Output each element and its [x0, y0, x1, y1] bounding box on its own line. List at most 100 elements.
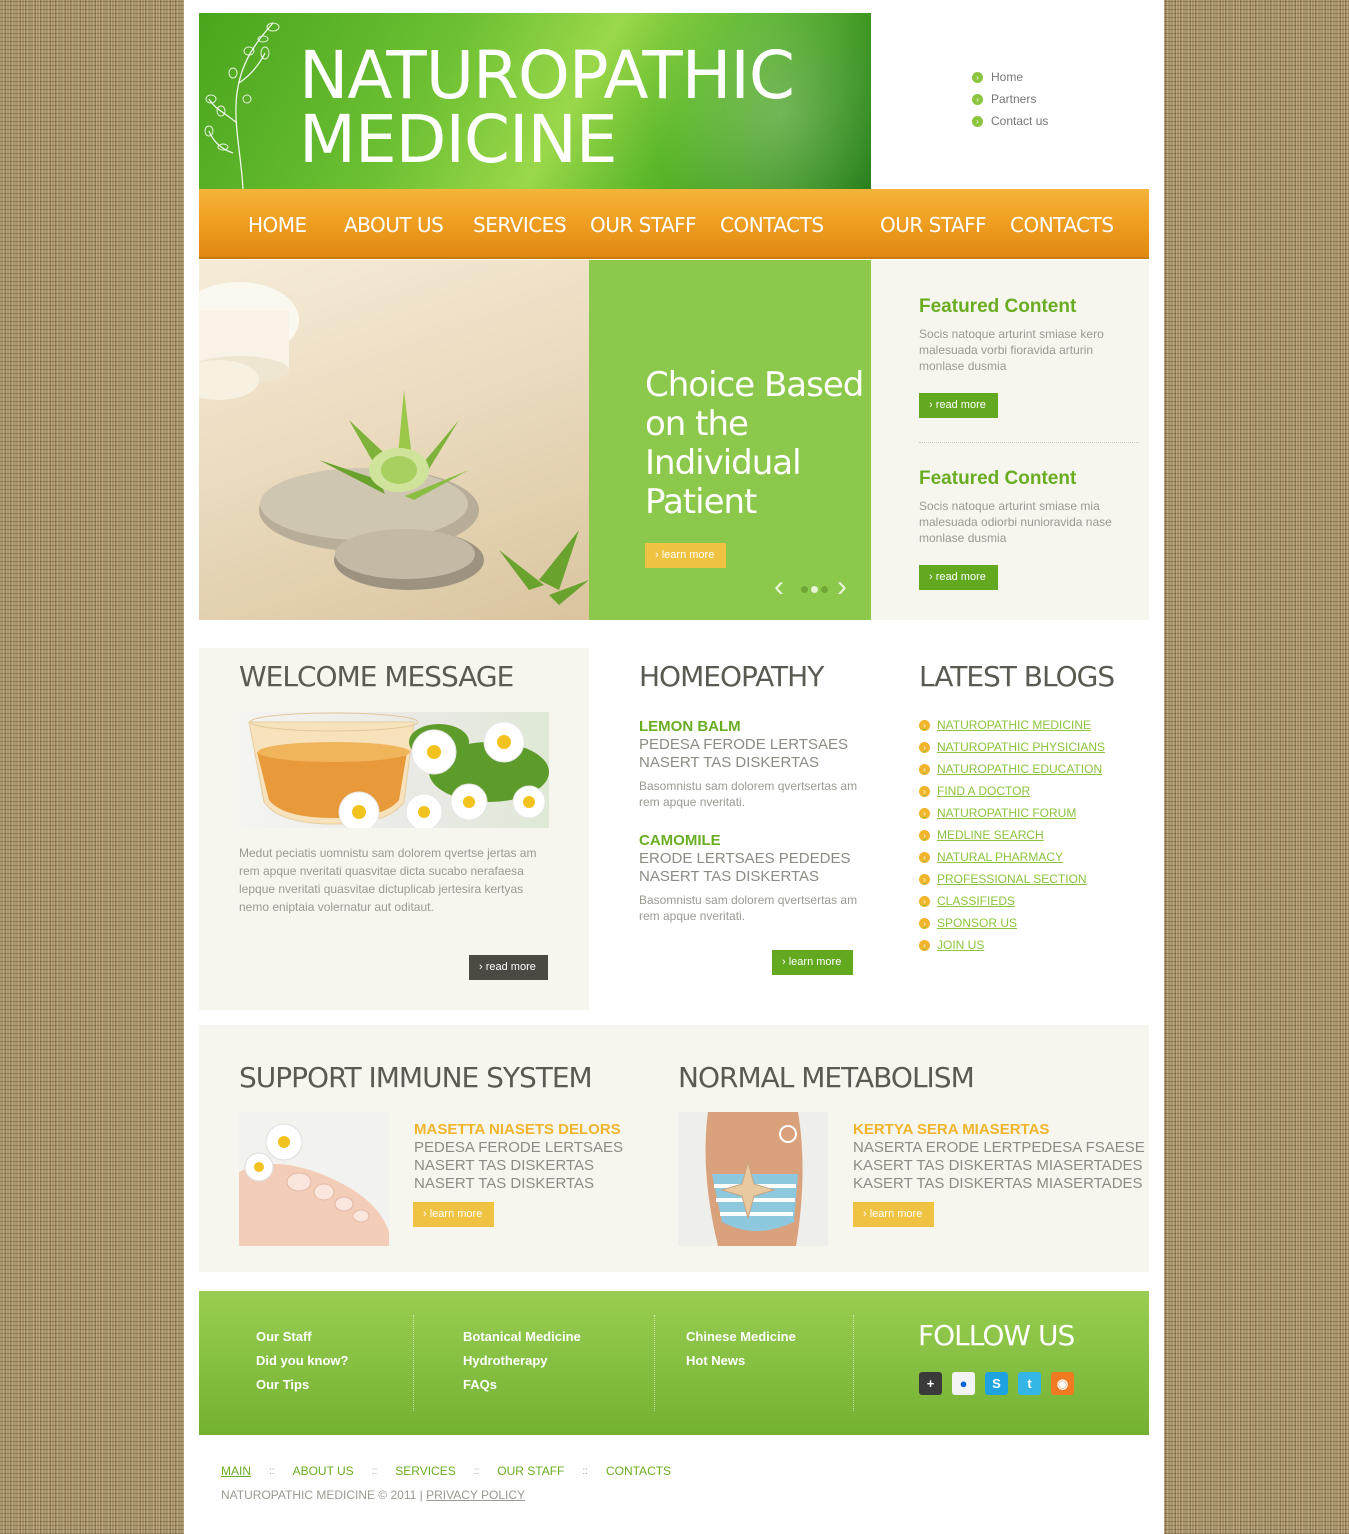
homeopathy-item: CAMOMILE ERODE LERTSAES PEDEDES NASERT T… — [639, 832, 879, 924]
welcome-read-more-button[interactable]: › read more — [469, 955, 548, 980]
arrow-bullet-icon: › — [919, 785, 930, 797]
arrow-bullet-icon: › — [919, 829, 930, 841]
bottom-link-contacts[interactable]: CONTACTS — [606, 1464, 671, 1478]
footer-link[interactable]: Hot News — [686, 1353, 796, 1377]
slider-image-spa-stones — [199, 260, 589, 620]
footer-link[interactable]: Did you know? — [256, 1353, 348, 1377]
welcome-image-tea-daisies — [239, 712, 549, 828]
page-container: NATUROPATHIC MEDICINE › Home › Partners › C… — [184, 0, 1164, 1534]
copyright-text: NATUROPATHIC MEDICINE © 2011 | — [221, 1488, 423, 1502]
follow-us-title: FOLLOW US — [918, 1319, 1075, 1352]
top-link-partners[interactable]: › Partners — [972, 88, 1048, 110]
blog-link[interactable]: › CLASSIFIEDS — [919, 890, 1105, 912]
nav-services[interactable]: SERVICES — [473, 213, 567, 237]
nav-contacts-2[interactable]: CONTACTS — [1010, 213, 1114, 237]
blog-link[interactable]: › JOIN US — [919, 934, 1105, 956]
item-subheading: NASERT TAS DISKERTAS — [639, 868, 820, 885]
promo-heading: MASETTA NIASETS DELORS — [414, 1121, 621, 1138]
site-title-line1: NATUROPATHIC — [299, 37, 795, 114]
blog-link[interactable]: › PROFESSIONAL SECTION — [919, 868, 1105, 890]
header-banner: NATUROPATHIC MEDICINE — [199, 13, 871, 189]
skype-icon[interactable]: S — [985, 1372, 1008, 1395]
nav-contacts[interactable]: CONTACTS — [720, 213, 824, 237]
arrow-bullet-icon: › — [919, 895, 930, 907]
chevron-down-icon[interactable]: ⌄ — [559, 212, 568, 225]
featured-title: Featured Content — [919, 296, 1077, 317]
footer-column: Chinese Medicine Hot News — [686, 1329, 796, 1377]
chevron-right-icon[interactable]: › — [837, 572, 847, 602]
homeopathy-learn-more-button[interactable]: › learn more — [772, 950, 854, 975]
promo-learn-more-button[interactable]: › learn more — [853, 1202, 935, 1227]
footer-link[interactable]: Hydrotherapy — [463, 1353, 581, 1377]
blog-link[interactable]: › SPONSOR US — [919, 912, 1105, 934]
item-heading: LEMON BALM — [639, 718, 741, 735]
slider-dot[interactable] — [821, 586, 828, 593]
blogs-title: LATEST BLOGS — [919, 660, 1115, 693]
featured-read-more-button[interactable]: › read more — [919, 393, 998, 418]
bottom-link-about[interactable]: ABOUT US — [293, 1464, 354, 1478]
herb-sprig-graphic — [204, 22, 280, 189]
top-link-home[interactable]: › Home — [972, 66, 1048, 88]
promo-image-feet — [239, 1112, 389, 1246]
item-heading: CAMOMILE — [639, 832, 721, 849]
slider-pagination — [801, 586, 828, 593]
arrow-bullet-icon: › — [972, 115, 983, 127]
nav-about-us[interactable]: ABOUT US — [344, 213, 444, 237]
site-title-line2: MEDICINE — [299, 101, 618, 178]
welcome-section: WELCOME MESSAGE Medut peciatis uomnistu … — [199, 648, 589, 1010]
featured-read-more-button[interactable]: › read more — [919, 565, 998, 590]
footer-link[interactable]: Chinese Medicine — [686, 1329, 796, 1353]
promo-title-metabolism: NORMAL METABOLISM — [678, 1061, 975, 1094]
divider — [413, 1315, 414, 1411]
rss-icon[interactable]: ◉ — [1051, 1372, 1074, 1395]
footer-link[interactable]: Our Staff — [256, 1329, 348, 1353]
divider — [919, 442, 1139, 443]
footer-link[interactable]: Our Tips — [256, 1377, 348, 1401]
arrow-bullet-icon: › — [919, 763, 930, 775]
top-link-contact[interactable]: › Contact us — [972, 110, 1048, 132]
nav-home[interactable]: HOME — [248, 213, 307, 237]
slider-caption-panel: Choice Based on the Individual Patient ›… — [589, 260, 871, 620]
slider-dot-active[interactable] — [811, 586, 818, 593]
blog-link[interactable]: › NATUROPATHIC EDUCATION — [919, 758, 1105, 780]
promo-subtext: PEDESA FERODE LERTSAES NASERT TAS DISKERT… — [414, 1139, 623, 1192]
nav-our-staff[interactable]: OUR STAFF — [590, 213, 697, 237]
homeopathy-section: HOMEOPATHY LEMON BALM PEDESA FERODE LERT… — [639, 648, 879, 1010]
blog-link[interactable]: › NATUROPATHIC PHYSICIANS — [919, 736, 1105, 758]
flickr-icon[interactable]: ● — [952, 1372, 975, 1395]
footer-link[interactable]: Botanical Medicine — [463, 1329, 581, 1353]
footer-link[interactable]: FAQs — [463, 1377, 581, 1401]
privacy-policy-link[interactable]: PRIVACY POLICY — [426, 1488, 525, 1502]
slider-learn-more-button[interactable]: › learn more — [645, 543, 727, 568]
bottom-link-services[interactable]: SERVICES — [395, 1464, 455, 1478]
featured-title: Featured Content — [919, 468, 1077, 489]
featured-text: Socis natoque arturint smiase kero males… — [919, 327, 1104, 373]
bottom-link-main[interactable]: MAIN — [221, 1464, 251, 1478]
featured-block: Featured Content Socis natoque arturint … — [919, 468, 1139, 546]
item-text: Basomnistu sam dolorem qvertsertas am re… — [639, 779, 858, 809]
nav-our-staff-2[interactable]: OUR STAFF — [880, 213, 987, 237]
blog-link[interactable]: › MEDLINE SEARCH — [919, 824, 1105, 846]
promo-learn-more-button[interactable]: › learn more — [413, 1202, 495, 1227]
footer-column: Our Staff Did you know? Our Tips — [256, 1329, 348, 1401]
featured-content-column: Featured Content Socis natoque arturint … — [871, 260, 1149, 620]
arrow-bullet-icon: › — [919, 719, 930, 731]
chevron-left-icon[interactable]: ‹ — [774, 572, 784, 602]
footer-column: Botanical Medicine Hydrotherapy FAQs — [463, 1329, 581, 1401]
promo-image-body — [678, 1112, 828, 1246]
blog-link[interactable]: › NATUROPATHIC MEDICINE — [919, 714, 1105, 736]
arrow-bullet-icon: › — [972, 93, 983, 105]
item-subheading: NASERT TAS DISKERTAS — [639, 754, 820, 771]
twitter-icon[interactable]: t — [1018, 1372, 1041, 1395]
googleplus-icon[interactable]: + — [919, 1372, 942, 1395]
bottom-link-staff[interactable]: OUR STAFF — [497, 1464, 564, 1478]
slider-dot[interactable] — [801, 586, 808, 593]
homeopathy-title: HOMEOPATHY — [639, 660, 824, 693]
arrow-bullet-icon: › — [919, 807, 930, 819]
blog-link[interactable]: › NATUROPATHIC FORUM — [919, 802, 1105, 824]
blog-link[interactable]: › FIND A DOCTOR — [919, 780, 1105, 802]
promo-heading: KERTYA SERA MIASERTAS — [853, 1121, 1050, 1138]
promo-section: SUPPORT IMMUNE SYSTEM MASETTA NIASETS DE… — [199, 1025, 1149, 1272]
blog-link[interactable]: › NATURAL PHARMACY — [919, 846, 1105, 868]
featured-text: Socis natoque arturint smiase mia malesu… — [919, 499, 1112, 545]
